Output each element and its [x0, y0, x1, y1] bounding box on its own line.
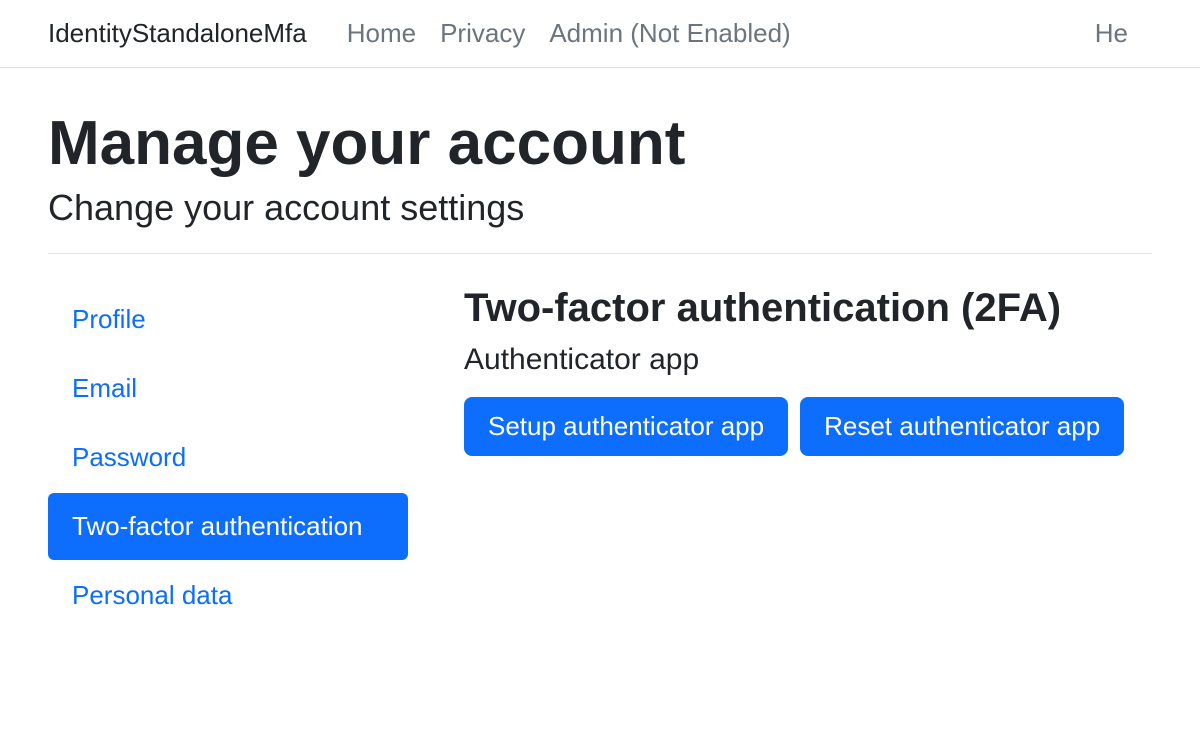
divider — [48, 253, 1152, 254]
reset-authenticator-button[interactable]: Reset authenticator app — [800, 397, 1124, 456]
navbar: IdentityStandaloneMfa Home Privacy Admin… — [0, 0, 1200, 68]
brand-link[interactable]: IdentityStandaloneMfa — [48, 18, 307, 49]
page-title: Manage your account — [48, 108, 1152, 179]
button-row: Setup authenticator app Reset authentica… — [464, 397, 1152, 456]
sidebar-item-password[interactable]: Password — [48, 424, 408, 491]
content-row: Profile Email Password Two-factor authen… — [48, 286, 1152, 631]
sidebar-item-email[interactable]: Email — [48, 355, 408, 422]
sidebar-item-two-factor[interactable]: Two-factor authentication — [48, 493, 408, 560]
section-title: Two-factor authentication (2FA) — [464, 286, 1152, 331]
setup-authenticator-button[interactable]: Setup authenticator app — [464, 397, 788, 456]
sidebar: Profile Email Password Two-factor authen… — [48, 286, 408, 631]
nav-link-home[interactable]: Home — [347, 18, 416, 49]
main-content: Two-factor authentication (2FA) Authenti… — [464, 286, 1152, 631]
sidebar-item-profile[interactable]: Profile — [48, 286, 408, 353]
page-subtitle: Change your account settings — [48, 187, 1152, 229]
nav-link-privacy[interactable]: Privacy — [440, 18, 525, 49]
nav-link-right[interactable]: He — [1095, 18, 1128, 49]
nav-link-admin[interactable]: Admin (Not Enabled) — [549, 18, 790, 49]
section-subtitle: Authenticator app — [464, 343, 1152, 377]
sidebar-item-personal-data[interactable]: Personal data — [48, 562, 408, 629]
content-container: Manage your account Change your account … — [0, 68, 1200, 671]
